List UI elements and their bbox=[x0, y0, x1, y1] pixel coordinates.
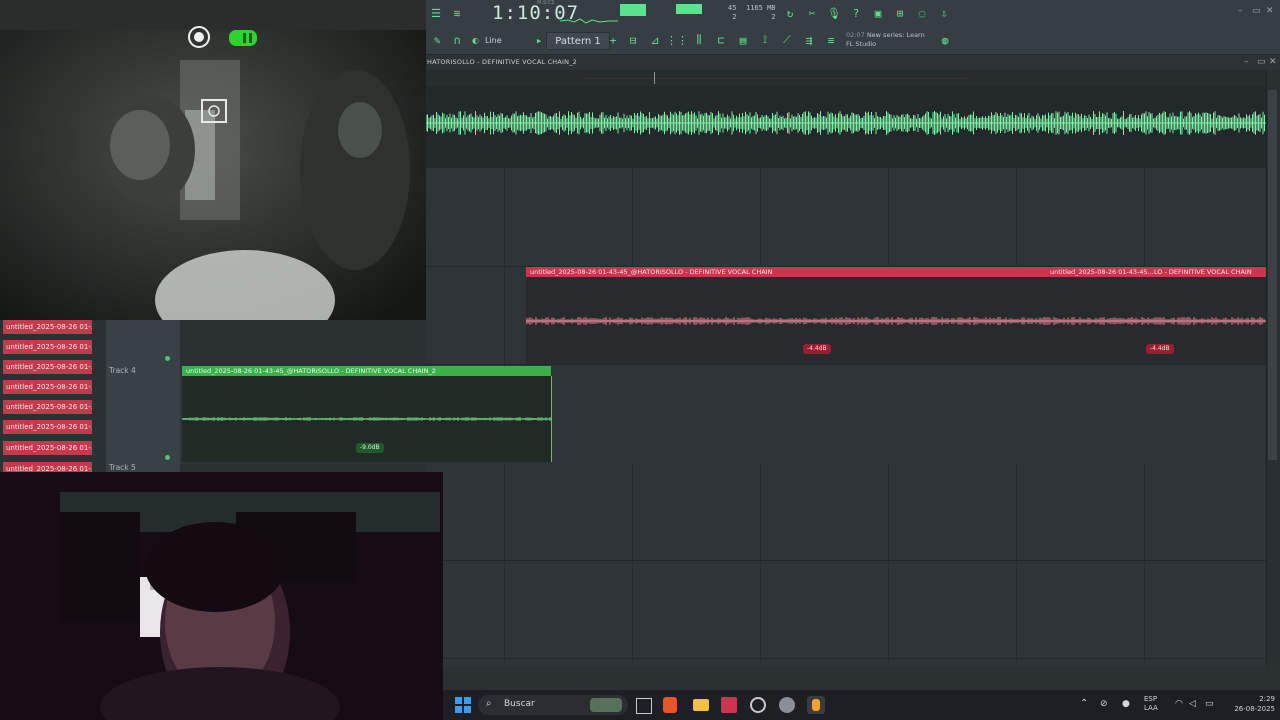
fl-studio-logo-icon bbox=[812, 699, 820, 711]
windows-start-icon[interactable] bbox=[455, 697, 471, 713]
language-indicator[interactable]: ESP LAA bbox=[1144, 695, 1158, 713]
hint-panel[interactable]: 02:07 New series: Learn FL Studio bbox=[846, 31, 925, 49]
magnet-icon[interactable]: ∩ bbox=[448, 33, 466, 47]
playlist-maximize-icon[interactable]: ▭ bbox=[1257, 57, 1266, 67]
pattern-list-item[interactable]: untitled_2025-08-26 01-... bbox=[3, 320, 92, 334]
app-red-icon[interactable] bbox=[721, 697, 737, 713]
mixer-view-icon[interactable]: ⫼ bbox=[690, 33, 708, 47]
pattern-list-item[interactable]: untitled_2025-08-26 01-... bbox=[3, 380, 92, 394]
track5-label[interactable]: Track 5 bbox=[109, 463, 136, 472]
tempo-icon[interactable]: ≡ bbox=[822, 33, 840, 47]
file-explorer-icon[interactable] bbox=[693, 699, 709, 711]
webcam-image-bottom bbox=[0, 472, 443, 720]
taskbar-search[interactable]: ⌕ Buscar bbox=[478, 695, 628, 715]
wifi-icon[interactable]: ◠ bbox=[1175, 699, 1183, 709]
pencil-icon[interactable]: ✎ bbox=[428, 33, 446, 47]
clock-date[interactable]: 2:29 26-08-2025 bbox=[1223, 694, 1275, 714]
globe-icon[interactable]: ◍ bbox=[936, 33, 954, 47]
webcam-image-top bbox=[0, 0, 426, 320]
pattern-list-item[interactable]: untitled_2025-08-26 01-... bbox=[3, 462, 92, 472]
oscilloscope bbox=[559, 10, 618, 24]
pattern-list: untitled_2025-08-26 01-... untitled_2025… bbox=[0, 320, 106, 472]
volume-icon[interactable]: ◁ bbox=[1189, 699, 1196, 709]
chat-icon[interactable]: ◌ bbox=[913, 6, 931, 20]
pattern-list-item[interactable]: untitled_2025-08-26 01-... bbox=[3, 340, 92, 354]
minimize-icon[interactable]: – bbox=[1238, 6, 1243, 16]
pattern-list-item[interactable]: untitled_2025-08-26 01-... bbox=[3, 400, 92, 414]
tray-mic-icon[interactable]: ● bbox=[1122, 699, 1130, 709]
obs-icon[interactable] bbox=[750, 697, 766, 713]
task-view-icon[interactable] bbox=[636, 698, 652, 714]
browser-icon[interactable]: ⊏ bbox=[712, 33, 730, 47]
playlist-titlebar: HATORISOLLO - DEFINITIVE VOCAL CHAIN_2 –… bbox=[426, 55, 1280, 70]
voices-counter: 45 2 bbox=[728, 4, 737, 21]
cpu-meter bbox=[620, 4, 646, 16]
red-volume-badge-2: -4.4dB bbox=[1146, 344, 1174, 354]
add-pattern-icon[interactable]: + bbox=[604, 33, 622, 47]
save-icon[interactable]: ▣ bbox=[869, 6, 887, 20]
menu-icon[interactable]: ☰ bbox=[427, 6, 445, 20]
timeline-loop bbox=[586, 78, 966, 79]
audio-clip-green-top[interactable] bbox=[425, 86, 1266, 168]
playlist-title: HATORISOLLO - DEFINITIVE VOCAL CHAIN_2 bbox=[427, 58, 578, 66]
playlist-icon[interactable]: ⊟ bbox=[624, 33, 642, 47]
track3-mute-icon[interactable] bbox=[165, 356, 170, 361]
timeline-ruler[interactable] bbox=[426, 70, 1280, 87]
pattern-list-item[interactable]: untitled_2025-08-26 01-... bbox=[3, 420, 92, 434]
taskbar: ⌕ Buscar ⌃ ⊘ ● ESP LAA ◠ ◁ ▭ 2:29 26-08-20… bbox=[443, 690, 1280, 720]
close-icon[interactable]: ✕ bbox=[1266, 6, 1274, 16]
webcam-overlay-top bbox=[0, 0, 426, 320]
pattern-list-item[interactable]: untitled_2025-08-26 01-... bbox=[3, 360, 92, 374]
channel-rack-icon[interactable]: ⋮⋮ bbox=[666, 33, 688, 47]
wave-icon[interactable]: ≋ bbox=[448, 6, 466, 20]
plug-icon[interactable]: ⟟ bbox=[756, 33, 774, 47]
battery-icon[interactable]: ▭ bbox=[1205, 699, 1214, 709]
search-icon: ⌕ bbox=[486, 698, 492, 709]
snap-select[interactable]: ◐ Line bbox=[472, 33, 522, 47]
snap-label: Line bbox=[484, 35, 502, 45]
playlist-close-icon[interactable]: ✕ bbox=[1269, 57, 1277, 67]
track4-mute-icon[interactable] bbox=[165, 455, 170, 460]
level-meter bbox=[676, 4, 702, 14]
clock-format: M:S:CS bbox=[537, 0, 555, 6]
edison-icon[interactable]: ⇶ bbox=[800, 33, 818, 47]
app-gray-icon[interactable] bbox=[779, 697, 795, 713]
piano-roll-icon[interactable]: ⊿ bbox=[646, 33, 664, 47]
help-icon[interactable]: ? bbox=[847, 6, 865, 20]
fl-studio-taskbar-icon[interactable] bbox=[807, 696, 825, 714]
green-volume-badge: -9.0dB bbox=[356, 443, 384, 453]
scrollbar-thumb[interactable] bbox=[1268, 90, 1277, 460]
waveform-top bbox=[425, 111, 1266, 135]
green-clip-header[interactable]: untitled_2025-08-26 01-43-45_@HATORISOLL… bbox=[182, 366, 551, 376]
snap-icon: ◐ bbox=[472, 35, 479, 45]
maximize-icon[interactable]: ▭ bbox=[1252, 6, 1261, 16]
download-icon[interactable]: ⇩ bbox=[935, 6, 953, 20]
red-clip-header[interactable]: untitled_2025-08-26 01-43-45_@HATORISOLL… bbox=[526, 267, 1050, 277]
fl-toolbar: ☰ ≋ 1:10:07 M:S:CS 45 2 1165 MB 2 ↻ ✂ 🎙 ? … bbox=[426, 0, 1280, 55]
pattern-label: Pattern 1 bbox=[555, 35, 601, 47]
tray-expand-icon[interactable]: ⌃ bbox=[1080, 698, 1088, 709]
pattern-list-item[interactable]: untitled_2025-08-26 01-... bbox=[3, 441, 92, 455]
track4-label[interactable]: Track 4 bbox=[109, 366, 136, 375]
cut-icon[interactable]: ✂ bbox=[803, 6, 821, 20]
mixer-icon[interactable]: ⊞ bbox=[891, 6, 909, 20]
tray-app-icon[interactable]: ⊘ bbox=[1100, 699, 1108, 709]
playlist-minimize-icon[interactable]: – bbox=[1244, 57, 1249, 67]
undo-icon[interactable]: ↻ bbox=[781, 6, 799, 20]
search-label: Buscar bbox=[504, 699, 535, 709]
brave-icon[interactable] bbox=[663, 697, 677, 713]
playhead[interactable] bbox=[654, 72, 655, 84]
mic-icon[interactable]: 🎙 bbox=[825, 6, 843, 20]
red-clip-header-2[interactable]: untitled_2025-08-26 01-43-45...LO - DEFI… bbox=[1046, 267, 1266, 277]
plugin-icon[interactable]: ▤ bbox=[734, 33, 752, 47]
search-highlight-icon bbox=[590, 698, 622, 712]
pattern-selector[interactable]: Pattern 1 bbox=[546, 32, 610, 50]
memory-counter: 1165 MB 2 bbox=[746, 4, 776, 21]
wand-icon[interactable]: ⟋ bbox=[778, 33, 796, 47]
webcam-overlay-bottom bbox=[0, 472, 443, 720]
red-volume-badge: -4.4dB bbox=[803, 344, 831, 354]
